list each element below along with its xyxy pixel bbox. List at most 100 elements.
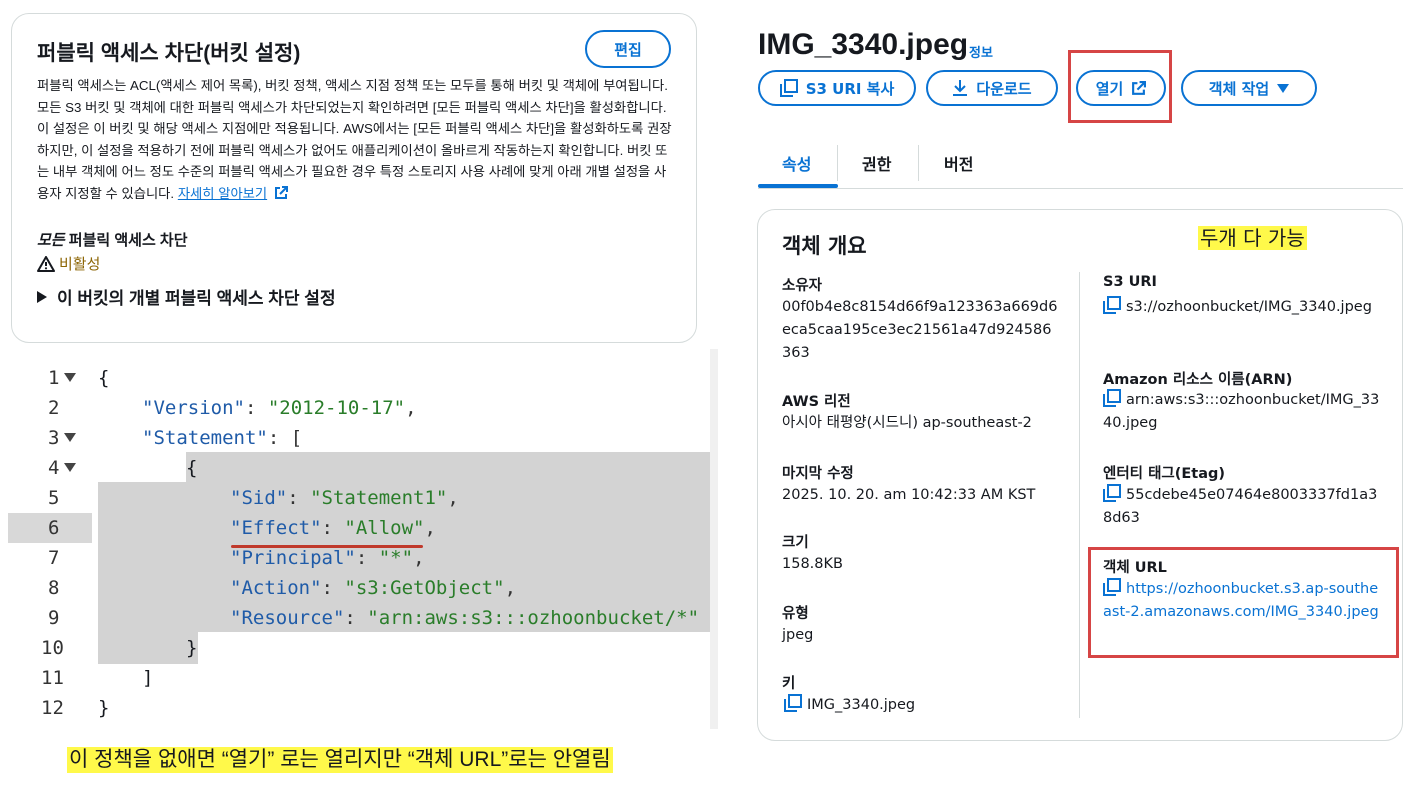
json-key: "Effect"	[230, 517, 322, 539]
editor-scrollbar[interactable]	[710, 349, 718, 729]
last-modified-label: 마지막 수정	[782, 466, 854, 482]
line-number: 10	[41, 637, 64, 659]
expand-triangle-icon	[37, 290, 47, 303]
copy-icon[interactable]	[1103, 484, 1121, 502]
active-tab-underline	[758, 184, 838, 188]
block-all-rest: 퍼블릭 액세스 차단	[64, 232, 188, 249]
region-value: 아시아 태평양(시드니) ap-southeast-2	[782, 415, 1032, 431]
open-annotation-box	[1068, 50, 1172, 123]
code-text: {	[186, 457, 198, 479]
tab-permissions[interactable]: 권한	[862, 137, 891, 189]
s3-uri-text: s3://ozhoonbucket/IMG_3340.jpeg	[1126, 299, 1372, 315]
key-label: 키	[782, 676, 796, 692]
block-all-emphasis: 모든	[37, 232, 65, 249]
description-text: 퍼블릭 액세스는 ACL(액세스 제어 목록), 버킷 정책, 액세스 지점 정…	[37, 78, 672, 201]
line-number: 11	[41, 667, 64, 689]
copy-icon	[779, 79, 798, 97]
code-line: 9 "Resource": "arn:aws:s3:::ozhoonbucket…	[8, 603, 708, 633]
code-text: {	[98, 367, 110, 389]
line-number: 1	[8, 363, 92, 393]
external-link-icon[interactable]	[274, 185, 288, 200]
object-url-annotation-box	[1088, 547, 1399, 658]
code-line: 11 ]	[8, 663, 708, 693]
copy-icon[interactable]	[784, 694, 802, 712]
line-number: 4	[8, 453, 92, 483]
fold-arrow-icon[interactable]	[64, 373, 77, 382]
tab-divider	[837, 145, 838, 181]
edit-button[interactable]: 편집	[585, 30, 671, 68]
last-modified-value: 2025. 10. 20. am 10:42:33 AM KST	[782, 487, 1036, 503]
line-number: 9	[48, 607, 60, 629]
code-line: 1 {	[8, 363, 708, 393]
code-line: 4 {	[8, 453, 708, 483]
public-access-title: 퍼블릭 액세스 차단(버킷 설정)	[37, 42, 301, 65]
arn-text: arn:aws:s3:::ozhoonbucket/IMG_3340.jpeg	[1103, 392, 1380, 431]
code-line: 3 "Statement": [	[8, 423, 708, 453]
json-value: "*"	[378, 547, 414, 569]
warning-icon	[37, 255, 55, 272]
code-line: 12 }	[8, 693, 708, 723]
code-line: 5 "Sid": "Statement1",	[8, 483, 708, 513]
json-key: "Statement"	[142, 427, 268, 449]
owner-label: 소유자	[782, 278, 823, 294]
block-all-public-access-label: 모든 퍼블릭 액세스 차단	[37, 229, 188, 250]
caret-down-icon	[1277, 83, 1290, 93]
line-number: 12	[41, 697, 64, 719]
json-value: "Statement1"	[310, 487, 448, 509]
line-number: 3	[8, 423, 92, 453]
status-text: 비활성	[59, 256, 101, 273]
policy-code-editor[interactable]: 1 { 2 "Version": "2012-10-17", 3 "Statem…	[8, 349, 718, 729]
download-button[interactable]: 다운로드	[926, 70, 1058, 106]
line-number: 5	[48, 487, 60, 509]
json-value: "Allow"	[344, 517, 425, 539]
public-access-description: 퍼블릭 액세스는 ACL(액세스 제어 목록), 버킷 정책, 액세스 지점 정…	[37, 75, 673, 204]
json-value: "s3:GetObject"	[344, 577, 505, 599]
json-key: "Action"	[230, 577, 322, 599]
size-value: 158.8KB	[782, 556, 843, 572]
individual-settings-expander[interactable]: 이 버킷의 개별 퍼블릭 액세스 차단 설정	[37, 284, 336, 309]
tab-divider	[918, 145, 919, 181]
line-number: 7	[48, 547, 60, 569]
line-number: 8	[48, 577, 60, 599]
object-actions-label: 객체 작업	[1208, 79, 1270, 98]
s3-uri-label: S3 URI	[1103, 274, 1157, 290]
json-key: "Version"	[142, 397, 245, 419]
effect-annotation-underline	[231, 545, 423, 548]
block-status: 비활성	[37, 253, 100, 274]
object-name-heading: IMG_3340.jpeg	[758, 28, 969, 61]
annotation-note-right: 두개 다 가능	[1198, 226, 1307, 250]
individual-settings-label: 이 버킷의 개별 퍼블릭 액세스 차단 설정	[57, 289, 336, 308]
owner-value: 00f0b4e8c8154d66f9a123363a669d6eca5caa19…	[782, 299, 1058, 361]
code-line: 10 }	[8, 633, 708, 663]
s3-uri-value: s3://ozhoonbucket/IMG_3340.jpeg	[1103, 296, 1383, 319]
download-icon	[953, 80, 968, 96]
key-value: IMG_3340.jpeg	[784, 694, 915, 717]
tab-properties[interactable]: 속성	[782, 137, 811, 189]
code-line-active: 6 "Effect": "Allow",	[8, 513, 708, 543]
copy-s3-uri-label: S3 URI 복사	[805, 79, 895, 98]
learn-more-link[interactable]: 자세히 알아보기	[178, 186, 267, 201]
json-key: "Sid"	[230, 487, 288, 509]
arn-value: arn:aws:s3:::ozhoonbucket/IMG_3340.jpeg	[1103, 389, 1383, 435]
column-divider	[1079, 272, 1080, 718]
copy-icon[interactable]	[1103, 296, 1121, 314]
line-number-active: 6	[8, 513, 92, 543]
type-value: jpeg	[782, 627, 814, 643]
etag-text: 55cdebe45e07464e8003337fd1a38d63	[1103, 487, 1378, 526]
etag-label: 엔터티 태그(Etag)	[1103, 466, 1226, 482]
object-tabs: 속성 권한 버전	[758, 137, 1403, 189]
line-number: 2	[48, 397, 60, 419]
code-line: 8 "Action": "s3:GetObject",	[8, 573, 708, 603]
code-text: }	[98, 697, 110, 719]
overview-title: 객체 개요	[782, 234, 867, 258]
info-link[interactable]: 정보	[969, 42, 993, 61]
object-actions-button[interactable]: 객체 작업	[1181, 70, 1317, 106]
tab-versions[interactable]: 버전	[944, 137, 973, 189]
key-text: IMG_3340.jpeg	[807, 697, 916, 713]
copy-s3-uri-button[interactable]: S3 URI 복사	[758, 70, 916, 106]
fold-arrow-icon[interactable]	[64, 433, 77, 442]
fold-arrow-icon[interactable]	[64, 463, 77, 472]
arn-label: Amazon 리소스 이름(ARN)	[1103, 372, 1293, 388]
copy-icon[interactable]	[1103, 389, 1121, 407]
json-value: "arn:aws:s3:::ozhoonbucket/*"	[367, 607, 700, 629]
